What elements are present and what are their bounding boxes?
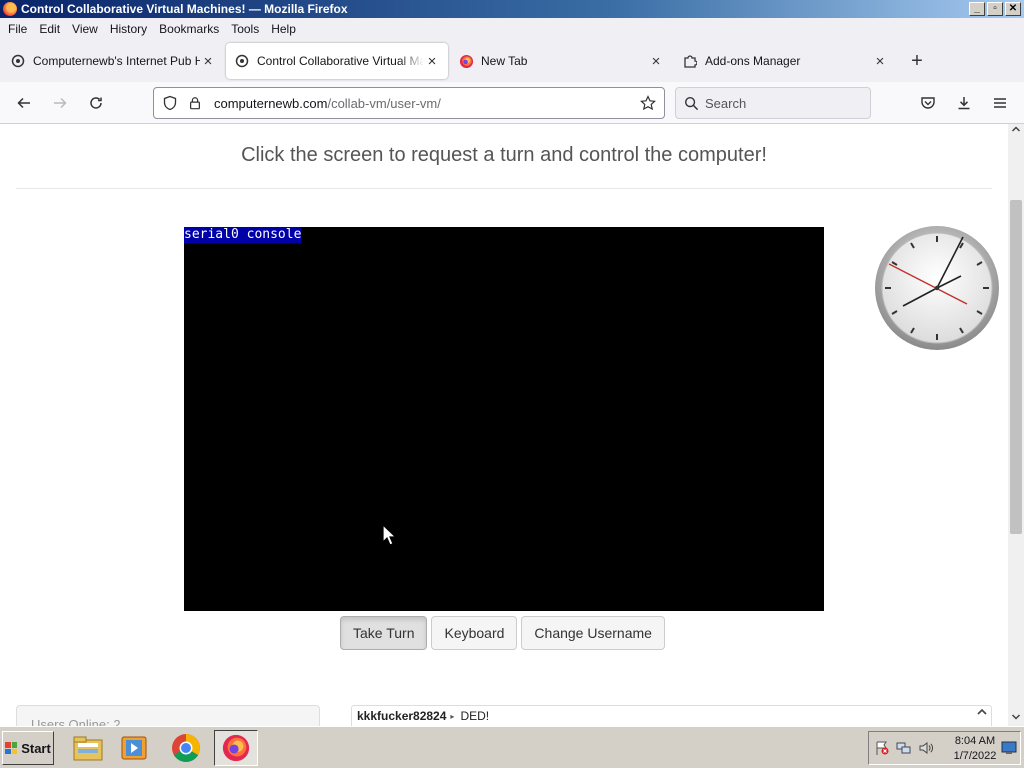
- tab-pub-hub[interactable]: Computernewb's Internet Pub Hub ×: [2, 43, 224, 79]
- vm-console-label: serial0 console: [184, 227, 302, 243]
- menu-history[interactable]: History: [104, 22, 153, 36]
- taskbar: Start 8:04 AM 1/7/2022: [0, 726, 1024, 768]
- page-heading: Click the screen to request a turn and c…: [241, 144, 767, 166]
- firefox-icon: [458, 53, 474, 69]
- navigation-toolbar: computernewb.com/collab-vm/user-vm/: [0, 82, 1024, 124]
- network-icon[interactable]: [895, 739, 913, 757]
- scroll-up-arrow-icon[interactable]: [1008, 124, 1024, 138]
- shield-icon[interactable]: [162, 95, 178, 111]
- windows-flag-icon: [5, 742, 18, 754]
- take-turn-button[interactable]: Take Turn: [340, 616, 428, 650]
- tab-close-icon[interactable]: ×: [200, 53, 216, 70]
- start-button[interactable]: Start: [2, 731, 54, 765]
- tab-addons-manager[interactable]: Add-ons Manager ×: [674, 43, 896, 79]
- lock-icon[interactable]: [188, 96, 202, 110]
- change-username-button[interactable]: Change Username: [521, 616, 665, 650]
- puzzle-site-icon: [234, 53, 250, 69]
- search-input[interactable]: [705, 95, 855, 111]
- new-tab-button[interactable]: +: [902, 46, 932, 76]
- menu-bar: File Edit View History Bookmarks Tools H…: [0, 18, 1024, 40]
- chat-message: kkkfucker82824 ▸ DED!: [357, 709, 489, 723]
- analog-clock-icon: [875, 226, 999, 350]
- pocket-icon: [921, 97, 935, 109]
- reload-button[interactable]: [78, 87, 114, 119]
- page-scrollbar[interactable]: [1008, 124, 1024, 726]
- chevron-right-icon: ▸: [450, 711, 455, 721]
- tab-label: New Tab: [481, 54, 528, 68]
- chevron-up-icon[interactable]: [976, 706, 988, 721]
- menu-tools[interactable]: Tools: [225, 22, 265, 36]
- clock-display[interactable]: 8:04 AM 1/7/2022: [949, 734, 1001, 764]
- system-tray: 8:04 AM 1/7/2022: [868, 731, 1021, 765]
- file-explorer-taskbar-icon[interactable]: [66, 730, 110, 766]
- puzzle-piece-icon: [682, 53, 698, 69]
- downloads-button[interactable]: [946, 87, 982, 119]
- menu-file[interactable]: File: [2, 22, 33, 36]
- divider: [16, 188, 992, 189]
- hamburger-menu-icon: [994, 98, 1006, 108]
- download-icon: [958, 97, 970, 110]
- forward-button[interactable]: [42, 87, 78, 119]
- tab-label: Computernewb's Internet Pub Hub: [33, 54, 200, 68]
- tab-new-tab[interactable]: New Tab ×: [450, 43, 672, 79]
- tab-close-icon[interactable]: ×: [872, 53, 888, 70]
- pocket-button[interactable]: [910, 87, 946, 119]
- tab-label: Control Collaborative Virtual Machines!: [257, 54, 424, 68]
- chat-username: kkkfucker82824: [357, 709, 447, 723]
- tab-bar: Computernewb's Internet Pub Hub × Contro…: [0, 40, 1024, 82]
- start-label: Start: [21, 740, 51, 756]
- scrollbar-thumb[interactable]: [1010, 200, 1022, 534]
- menu-help[interactable]: Help: [265, 22, 302, 36]
- media-player-taskbar-icon[interactable]: [112, 730, 156, 766]
- tab-label: Add-ons Manager: [705, 54, 801, 68]
- search-bar[interactable]: [675, 87, 871, 119]
- menu-edit[interactable]: Edit: [33, 22, 66, 36]
- menu-bookmarks[interactable]: Bookmarks: [153, 22, 225, 36]
- vm-screen[interactable]: serial0 console: [184, 227, 824, 611]
- show-desktop-icon[interactable]: [1001, 741, 1017, 758]
- clock-time: 8:04 AM: [954, 735, 996, 747]
- forward-arrow-icon: [54, 97, 67, 108]
- close-button[interactable]: ✕: [1005, 2, 1021, 16]
- url-path: /collab-vm/user-vm/: [327, 95, 441, 111]
- firefox-icon: [3, 2, 17, 16]
- users-online-panel: Users Online: 2: [16, 705, 320, 726]
- back-arrow-icon: [17, 97, 30, 108]
- bookmark-star-icon[interactable]: [640, 95, 656, 111]
- tab-collab-vm[interactable]: Control Collaborative Virtual Machines! …: [226, 43, 448, 79]
- keyboard-button[interactable]: Keyboard: [431, 616, 518, 650]
- tab-close-icon[interactable]: ×: [648, 53, 664, 70]
- window-title: Control Collaborative Virtual Machines! …: [21, 2, 348, 16]
- page-content: Click the screen to request a turn and c…: [0, 124, 1008, 726]
- minimize-button[interactable]: _: [969, 2, 985, 16]
- address-bar[interactable]: computernewb.com/collab-vm/user-vm/: [153, 87, 665, 119]
- mouse-pointer-icon: [382, 524, 396, 546]
- window-titlebar: Control Collaborative Virtual Machines! …: [0, 0, 1024, 18]
- scroll-down-arrow-icon[interactable]: [1008, 712, 1024, 726]
- app-menu-button[interactable]: [982, 87, 1018, 119]
- back-button[interactable]: [6, 87, 42, 119]
- puzzle-site-icon: [10, 53, 26, 69]
- firefox-taskbar-icon[interactable]: [214, 730, 258, 766]
- chat-text: DED!: [460, 709, 490, 723]
- clock-date: 1/7/2022: [953, 750, 997, 762]
- reload-icon: [90, 96, 102, 109]
- url-domain: computernewb.com: [214, 95, 328, 111]
- chat-panel[interactable]: kkkfucker82824 ▸ DED!: [351, 705, 992, 726]
- volume-icon[interactable]: [917, 739, 935, 757]
- search-icon: [684, 96, 699, 110]
- menu-view[interactable]: View: [66, 22, 104, 36]
- chrome-taskbar-icon[interactable]: [164, 730, 208, 766]
- tab-close-icon[interactable]: ×: [424, 53, 440, 70]
- maximize-button[interactable]: ▫: [987, 2, 1003, 16]
- action-center-flag-icon[interactable]: [873, 739, 891, 757]
- users-online-label: Users Online: 2: [31, 717, 121, 726]
